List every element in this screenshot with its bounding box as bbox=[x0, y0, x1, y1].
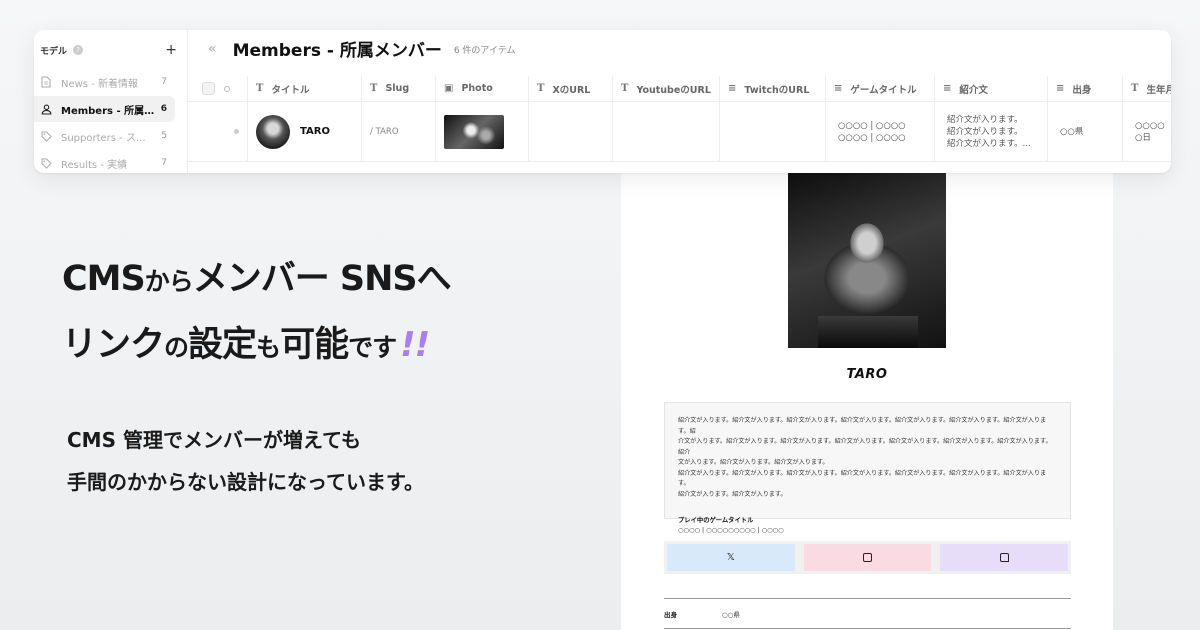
youtube-icon bbox=[863, 553, 872, 562]
sidebar-item-label: News - 新着情報 bbox=[61, 78, 138, 90]
lines-icon: ≡ bbox=[834, 83, 843, 94]
select-all-checkbox[interactable] bbox=[202, 82, 215, 95]
plus-icon[interactable]: + bbox=[165, 43, 177, 57]
image-icon: ▣ bbox=[444, 83, 454, 94]
items-table: T タイトル T Slug ▣ Photo T XのURL T YoutubeのURL ≡… bbox=[188, 76, 1171, 162]
x-link-button[interactable]: 𝕏 bbox=[667, 544, 795, 571]
cms-window: モデル ? + News - 新着情報 7 Members - 所属... 6 bbox=[34, 30, 1171, 173]
sidebar-item-label: Results - 実績 bbox=[61, 159, 128, 171]
origin-label: 出身 bbox=[664, 611, 677, 619]
sidebar-title: モデル bbox=[40, 46, 68, 57]
headline: CMSからメンバー SNSへ リンクの設定も可能です!! bbox=[62, 262, 582, 365]
row-status-cell bbox=[188, 102, 248, 161]
avatar bbox=[256, 114, 290, 149]
sidebar-item-supporters[interactable]: Supporters - ス... 5 bbox=[34, 123, 175, 149]
intro-cell[interactable]: 紹介文が入ります。 紹介文が入ります。 紹介文が入ります。... bbox=[935, 102, 1048, 161]
sidebar-item-label: Members - 所属... bbox=[61, 105, 155, 117]
lines-icon: ≡ bbox=[1056, 83, 1065, 94]
sidebar-item-results[interactable]: Results - 実績 7 bbox=[34, 150, 175, 173]
photo-thumbnail bbox=[444, 114, 504, 149]
text-icon: T bbox=[1131, 83, 1139, 94]
twitch-icon bbox=[999, 553, 1009, 562]
sns-links: 𝕏 bbox=[664, 541, 1071, 574]
divider bbox=[664, 628, 1071, 629]
intro-text: 紹介文が入ります。紹介文が入ります。紹介文が入ります。紹介文が入ります。紹介文が… bbox=[678, 417, 1052, 498]
twitch-url-cell[interactable] bbox=[720, 102, 826, 161]
subheadline: CMS 管理でメンバーが増えても 手間のかからない設計になっています。 bbox=[67, 430, 587, 492]
sidebar-item-count: 7 bbox=[161, 158, 167, 168]
column-header[interactable]: ≡ ゲームタイトル bbox=[826, 76, 935, 101]
sidebar-item-count: 5 bbox=[161, 131, 167, 141]
chevrons-left-icon[interactable]: « bbox=[208, 41, 217, 57]
sidebar-header: モデル ? + bbox=[34, 40, 187, 60]
column-header[interactable]: T タイトル bbox=[248, 76, 362, 101]
item-count: 6 件のアイテム bbox=[453, 46, 516, 56]
content-header: « Members - 所属メンバー 6 件のアイテム bbox=[188, 30, 1171, 67]
table-header: T タイトル T Slug ▣ Photo T XのURL T YoutubeのURL ≡… bbox=[188, 76, 1171, 102]
photo-cell[interactable] bbox=[436, 102, 529, 161]
column-header[interactable]: T YoutubeのURL bbox=[613, 76, 720, 101]
sidebar-item-news[interactable]: News - 新着情報 7 bbox=[34, 69, 175, 95]
tag-icon bbox=[40, 130, 52, 142]
document-icon bbox=[40, 76, 52, 88]
game-title-value: ○○○○ | ○○○○○○○○○ | ○○○○ bbox=[678, 527, 784, 534]
origin-cell[interactable]: ○○県 bbox=[1048, 102, 1123, 161]
model-sidebar: モデル ? + News - 新着情報 7 Members - 所属... 6 bbox=[34, 30, 188, 173]
exclamation-accent: !! bbox=[400, 325, 430, 365]
question-circle-icon[interactable]: ? bbox=[73, 45, 84, 55]
x-url-cell[interactable] bbox=[529, 102, 613, 161]
sidebar-item-members[interactable]: Members - 所属... 6 bbox=[34, 96, 175, 122]
column-header[interactable]: T Slug bbox=[362, 76, 436, 101]
sidebar-item-count: 7 bbox=[161, 77, 167, 87]
youtube-link-button[interactable] bbox=[803, 544, 932, 571]
page-title: Members - 所属メンバー bbox=[232, 41, 442, 61]
headline-line-2: リンクの設定も可能です!! bbox=[62, 325, 430, 365]
status-column-icon bbox=[224, 85, 230, 92]
member-photo bbox=[788, 173, 946, 348]
subheadline-line-1: CMS 管理でメンバーが増えても bbox=[67, 428, 361, 452]
origin-value: ○○県 bbox=[722, 611, 740, 619]
sidebar-item-count: 6 bbox=[160, 104, 167, 114]
title-cell[interactable]: TARO bbox=[248, 102, 362, 161]
text-icon: T bbox=[621, 83, 629, 94]
text-icon: T bbox=[256, 83, 264, 94]
column-header[interactable]: ▣ Photo bbox=[436, 76, 529, 101]
youtube-url-cell[interactable] bbox=[613, 102, 720, 161]
member-page-preview: TARO 紹介文が入ります。紹介文が入ります。紹介文が入ります。紹介文が入ります… bbox=[621, 150, 1113, 630]
member-name: TARO bbox=[846, 367, 888, 382]
text-icon: T bbox=[370, 83, 378, 94]
column-header[interactable]: ≡ 出身 bbox=[1048, 76, 1123, 101]
lines-icon: ≡ bbox=[728, 83, 737, 94]
content-area: « Members - 所属メンバー 6 件のアイテム T タイトル T Slug … bbox=[188, 30, 1171, 173]
birth-cell[interactable]: ○○○○ ○日 bbox=[1123, 102, 1171, 161]
person-icon bbox=[40, 103, 52, 115]
intro-box: 紹介文が入ります。紹介文が入ります。紹介文が入ります。紹介文が入ります。紹介文が… bbox=[664, 402, 1071, 534]
headline-line-1: CMSからメンバー SNSへ bbox=[62, 259, 452, 299]
game-title-cell[interactable]: ○○○○ | ○○○○ ○○○○ | ○○○○ bbox=[826, 102, 935, 161]
subheadline-line-2: 手間のかからない設計になっています。 bbox=[67, 470, 424, 494]
select-all-cell bbox=[188, 76, 248, 101]
column-header[interactable]: ≡ TwitchのURL bbox=[720, 76, 826, 101]
status-dot bbox=[234, 129, 239, 134]
x-icon: 𝕏 bbox=[726, 552, 735, 563]
slug-cell[interactable]: / TARO bbox=[362, 102, 436, 161]
game-title-label: プレイ中のゲームタイトル bbox=[678, 517, 754, 524]
twitch-link-button[interactable] bbox=[940, 544, 1069, 571]
sidebar-item-label: Supporters - ス... bbox=[61, 132, 146, 144]
column-header[interactable]: ≡ 紹介文 bbox=[935, 76, 1048, 101]
column-header[interactable]: T生年月 bbox=[1123, 76, 1171, 101]
tag-icon bbox=[40, 157, 52, 169]
column-header[interactable]: T XのURL bbox=[529, 76, 613, 101]
table-row[interactable]: TARO / TARO ○○○○ | ○○○○ ○○○○ | ○○○○ 紹介文が… bbox=[188, 102, 1171, 162]
lines-icon: ≡ bbox=[943, 83, 952, 94]
profile-row-origin: 出身 ○○県 bbox=[664, 598, 1071, 619]
text-icon: T bbox=[537, 83, 545, 94]
